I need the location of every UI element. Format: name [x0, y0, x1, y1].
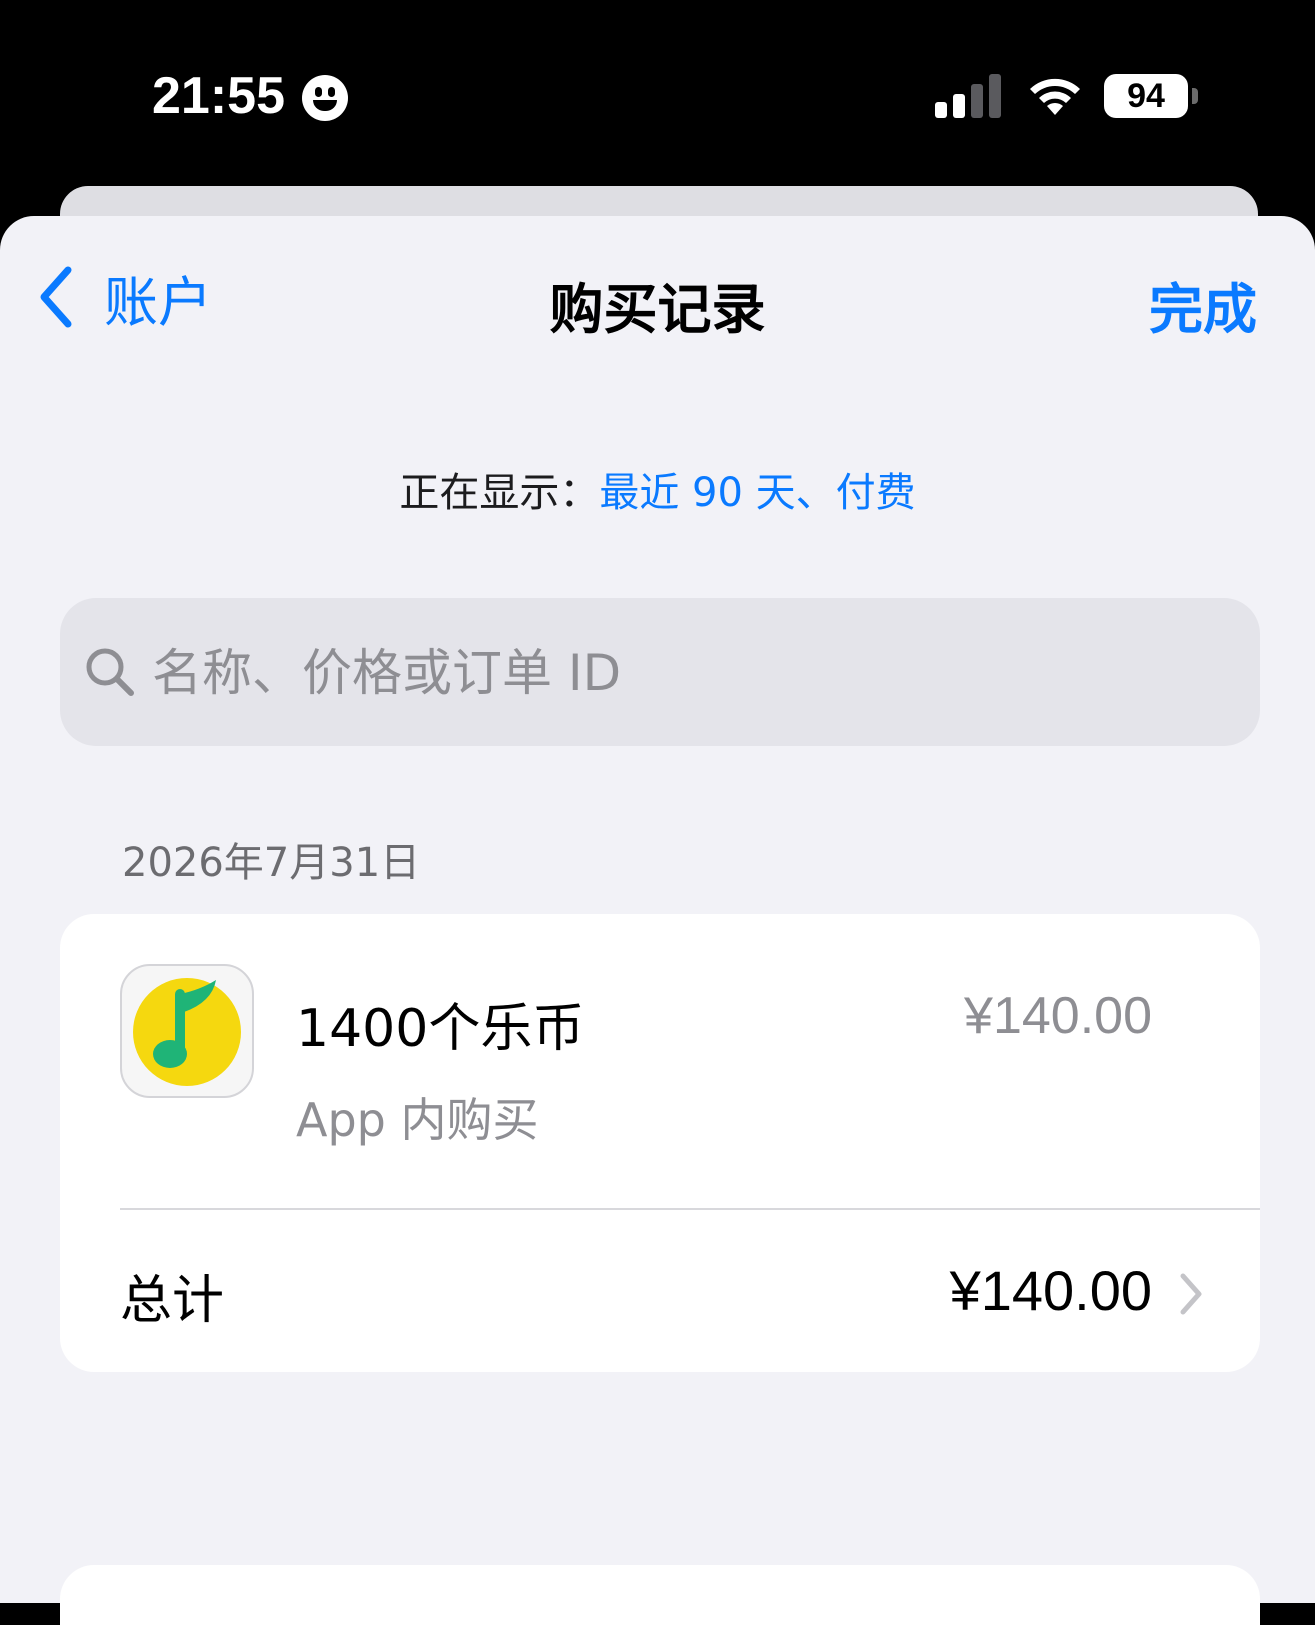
total-label[interactable]: 总计: [120, 1258, 224, 1333]
chevron-right-icon[interactable]: [1178, 1272, 1204, 1316]
purchase-card: 1400个乐币 ¥140.00 App 内购买 总计 ¥140.00: [60, 914, 1260, 1372]
filter-summary: 正在显示：最近 90 天、付费: [0, 460, 1315, 518]
item-name: 1400个乐币: [296, 999, 585, 1059]
row-divider: [120, 1208, 1260, 1210]
search-icon: [86, 648, 134, 696]
wifi-icon: [1030, 78, 1080, 115]
status-bar: 21:55 94: [0, 0, 1315, 190]
battery-icon: 94: [1104, 74, 1188, 118]
search-bar[interactable]: [60, 598, 1260, 746]
done-button[interactable]: 完成: [1149, 265, 1257, 344]
date-section-header: 2026年7月31日: [122, 840, 421, 886]
item-type: App 内购买: [296, 1093, 539, 1147]
next-purchase-card: [60, 1565, 1260, 1625]
page-title: 购买记录: [549, 278, 766, 341]
purchase-history-sheet: [0, 216, 1315, 1603]
smiley-face-icon: [302, 75, 348, 121]
item-price: ¥140.00: [964, 987, 1152, 1045]
total-price[interactable]: ¥140.00: [950, 1258, 1152, 1323]
music-note-app-icon: [120, 964, 254, 1098]
search-input[interactable]: [150, 632, 1234, 714]
cellular-signal-icon: [935, 72, 1005, 118]
filter-link[interactable]: 最近 90 天、付费: [599, 470, 915, 516]
status-time: 21:55: [152, 67, 285, 125]
battery-cap: [1192, 88, 1198, 104]
filter-prefix: 正在显示：: [399, 470, 600, 516]
